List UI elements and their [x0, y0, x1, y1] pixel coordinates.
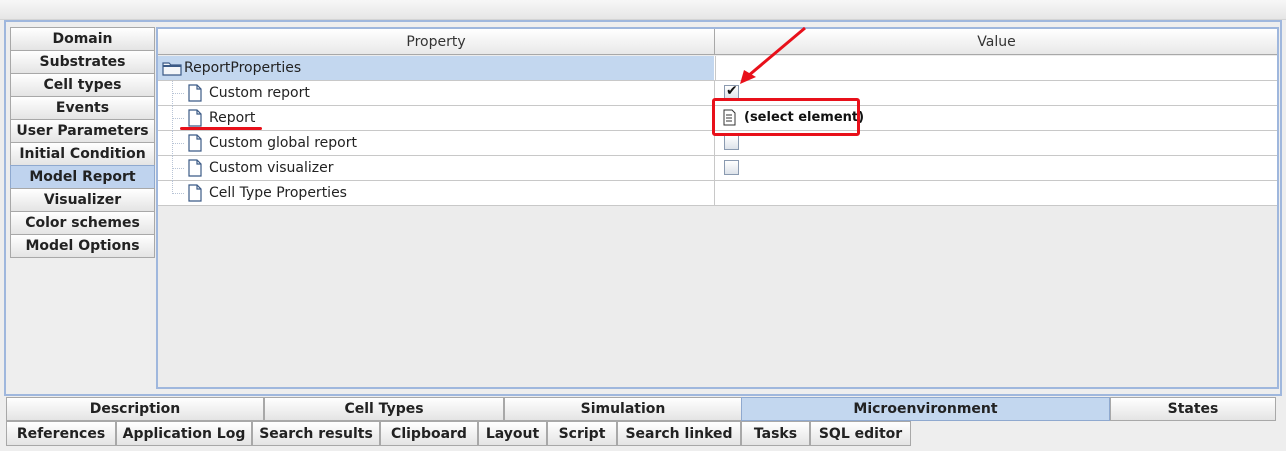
table-rows: ReportProperties Custom report ✔ Report … — [158, 56, 1277, 206]
custom-global-report-checkbox[interactable] — [724, 135, 739, 150]
tab-references[interactable]: References — [6, 421, 116, 446]
table-row-custom-visualizer[interactable]: Custom visualizer — [158, 156, 1277, 181]
select-element-link[interactable]: (select element) — [744, 106, 864, 130]
document-icon — [188, 184, 202, 202]
checkmark-icon: ✔ — [726, 83, 738, 99]
property-label: Custom visualizer — [209, 160, 334, 176]
table-header: Property Value — [158, 29, 1277, 55]
bottom-tab-row-1: Description Cell Types Simulation Microe… — [4, 397, 1282, 421]
group-cell: ReportProperties — [158, 56, 714, 80]
tab-search-linked[interactable]: Search linked — [617, 421, 741, 446]
left-tab-user-parameters[interactable]: User Parameters — [10, 119, 155, 143]
left-tab-model-report[interactable]: Model Report — [10, 165, 155, 189]
left-tab-visualizer[interactable]: Visualizer — [10, 188, 155, 212]
document-icon — [188, 134, 202, 152]
property-label: Cell Type Properties — [209, 185, 347, 201]
document-icon — [188, 159, 202, 177]
table-row-custom-global-report[interactable]: Custom global report — [158, 131, 1277, 156]
tree-branch — [172, 193, 184, 194]
top-strip — [0, 0, 1286, 20]
tab-sql-editor[interactable]: SQL editor — [810, 421, 911, 446]
table-row-custom-report[interactable]: Custom report ✔ — [158, 81, 1277, 106]
table-row-cell-type-properties[interactable]: Cell Type Properties — [158, 181, 1277, 206]
tree-branch — [172, 143, 184, 144]
tab-microenvironment[interactable]: Microenvironment — [741, 397, 1110, 421]
select-element-icon[interactable] — [722, 109, 736, 126]
value-cell: ✔ — [716, 81, 1277, 105]
left-tab-color-schemes[interactable]: Color schemes — [10, 211, 155, 235]
document-icon — [188, 84, 202, 102]
left-tab-cell-types[interactable]: Cell types — [10, 73, 155, 97]
value-cell[interactable]: (select element) — [716, 106, 1277, 130]
tab-simulation[interactable]: Simulation — [504, 397, 742, 421]
property-table: Property Value ReportProperties Custom r… — [156, 27, 1279, 389]
group-label: ReportProperties — [184, 60, 302, 76]
tab-layout[interactable]: Layout — [478, 421, 547, 446]
tab-states[interactable]: States — [1110, 397, 1276, 421]
value-column-header[interactable]: Value — [716, 29, 1277, 54]
property-column-header[interactable]: Property — [158, 29, 715, 54]
property-cell: Cell Type Properties — [158, 181, 715, 205]
value-cell — [716, 131, 1277, 155]
property-cell: Custom global report — [158, 131, 715, 156]
document-icon — [188, 109, 202, 127]
left-tab-model-options[interactable]: Model Options — [10, 234, 155, 258]
tree-branch — [172, 93, 184, 94]
tab-script[interactable]: Script — [547, 421, 617, 446]
property-cell: Custom visualizer — [158, 156, 715, 181]
tab-description[interactable]: Description — [6, 397, 264, 421]
property-cell: Custom report — [158, 81, 715, 106]
property-label: Custom report — [209, 85, 310, 101]
tab-cell-types[interactable]: Cell Types — [264, 397, 504, 421]
custom-report-checkbox[interactable]: ✔ — [724, 83, 739, 100]
tree-branch — [172, 168, 184, 169]
left-tab-list: Domain Substrates Cell types Events User… — [10, 27, 155, 258]
table-row-report[interactable]: Report (select element) — [158, 106, 1277, 131]
value-cell — [716, 156, 1277, 180]
value-cell — [716, 181, 1277, 205]
editor-frame: Domain Substrates Cell types Events User… — [4, 20, 1282, 396]
left-tab-initial-condition[interactable]: Initial Condition — [10, 142, 155, 166]
bottom-tab-row-2: References Application Log Search result… — [4, 421, 1282, 447]
left-tab-events[interactable]: Events — [10, 96, 155, 120]
group-row-report-properties[interactable]: ReportProperties — [158, 56, 1277, 81]
left-tab-domain[interactable]: Domain — [10, 27, 155, 51]
custom-visualizer-checkbox[interactable] — [724, 160, 739, 175]
tab-search-results[interactable]: Search results — [252, 421, 380, 446]
tab-application-log[interactable]: Application Log — [116, 421, 252, 446]
left-tab-substrates[interactable]: Substrates — [10, 50, 155, 74]
folder-icon — [162, 62, 182, 76]
tab-tasks[interactable]: Tasks — [741, 421, 810, 446]
red-underline-annotation — [180, 127, 262, 130]
property-label: Custom global report — [209, 135, 357, 151]
group-value-cell — [715, 56, 1276, 80]
tree-branch — [172, 118, 184, 119]
tab-clipboard[interactable]: Clipboard — [380, 421, 478, 446]
